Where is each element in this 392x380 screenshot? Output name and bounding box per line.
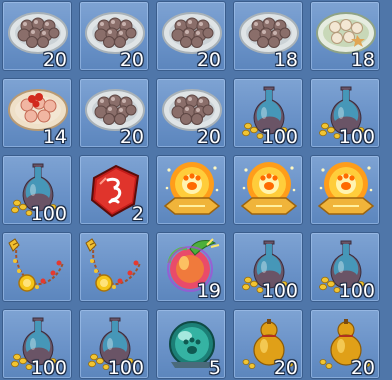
inventory-slot-gourd[interactable]: 20 xyxy=(310,309,380,379)
inventory-slot-gourd[interactable]: 20 xyxy=(233,309,303,379)
item-quantity: 20 xyxy=(119,49,144,71)
inventory-slot-coin-vase[interactable]: 100 xyxy=(2,309,72,379)
inventory-slot-chestnut-plate[interactable]: 20 xyxy=(79,78,149,148)
inventory-slot-chestnut-plate[interactable]: 20 xyxy=(79,1,149,71)
inventory-slot-chestnut-plate[interactable]: 20 xyxy=(156,78,226,148)
item-quantity: 5 xyxy=(208,357,221,379)
inventory-slot-paw-orb[interactable] xyxy=(233,155,303,225)
inventory-slot-paw-orb[interactable] xyxy=(310,155,380,225)
inventory-slot-coin-vase[interactable]: 100 xyxy=(233,78,303,148)
item-quantity: 19 xyxy=(196,280,221,302)
inventory-slot-coin-vase[interactable]: 100 xyxy=(233,232,303,302)
inventory-slot-chestnut-plate[interactable]: 20 xyxy=(2,1,72,71)
item-quantity: 20 xyxy=(273,357,298,379)
item-quantity: 18 xyxy=(273,49,298,71)
inventory-grid: 20 20 20 18 18 14 20 20 100 100 100 2 19… xyxy=(0,0,392,379)
item-quantity: 100 xyxy=(30,203,67,225)
inventory-slot-jade-orb[interactable]: 5 xyxy=(156,309,226,379)
item-quantity: 20 xyxy=(196,126,221,148)
item-quantity: 100 xyxy=(107,357,144,379)
item-quantity: 20 xyxy=(42,49,67,71)
inventory-slot-red-rune-stone[interactable]: 2 xyxy=(79,155,149,225)
inventory-slot-red-dumpling-plate[interactable]: 14 xyxy=(2,78,72,148)
item-quantity: 2 xyxy=(131,203,144,225)
inventory-slot-egg-plate[interactable]: 18 xyxy=(310,1,380,71)
item-quantity: 18 xyxy=(350,49,375,71)
inventory-slot-paw-orb[interactable] xyxy=(156,155,226,225)
inventory-slot-coin-vase[interactable]: 100 xyxy=(310,78,380,148)
item-quantity: 100 xyxy=(261,280,298,302)
item-quantity: 20 xyxy=(350,357,375,379)
inventory-slot-chestnut-plate[interactable]: 20 xyxy=(156,1,226,71)
item-quantity: 100 xyxy=(338,126,375,148)
item-quantity: 20 xyxy=(119,126,144,148)
inventory-slot-coin-vase[interactable]: 100 xyxy=(79,309,149,379)
item-quantity: 100 xyxy=(261,126,298,148)
item-quantity: 100 xyxy=(30,357,67,379)
item-quantity: 100 xyxy=(338,280,375,302)
inventory-slot-magic-fruit[interactable]: 19 xyxy=(156,232,226,302)
item-quantity: 14 xyxy=(42,126,67,148)
inventory-slot-gold-necklace[interactable] xyxy=(79,232,149,302)
inventory-slot-coin-vase[interactable]: 100 xyxy=(310,232,380,302)
inventory-slot-chestnut-plate[interactable]: 18 xyxy=(233,1,303,71)
inventory-slot-coin-vase[interactable]: 100 xyxy=(2,155,72,225)
item-quantity: 20 xyxy=(196,49,221,71)
inventory-slot-gold-necklace[interactable] xyxy=(2,232,72,302)
